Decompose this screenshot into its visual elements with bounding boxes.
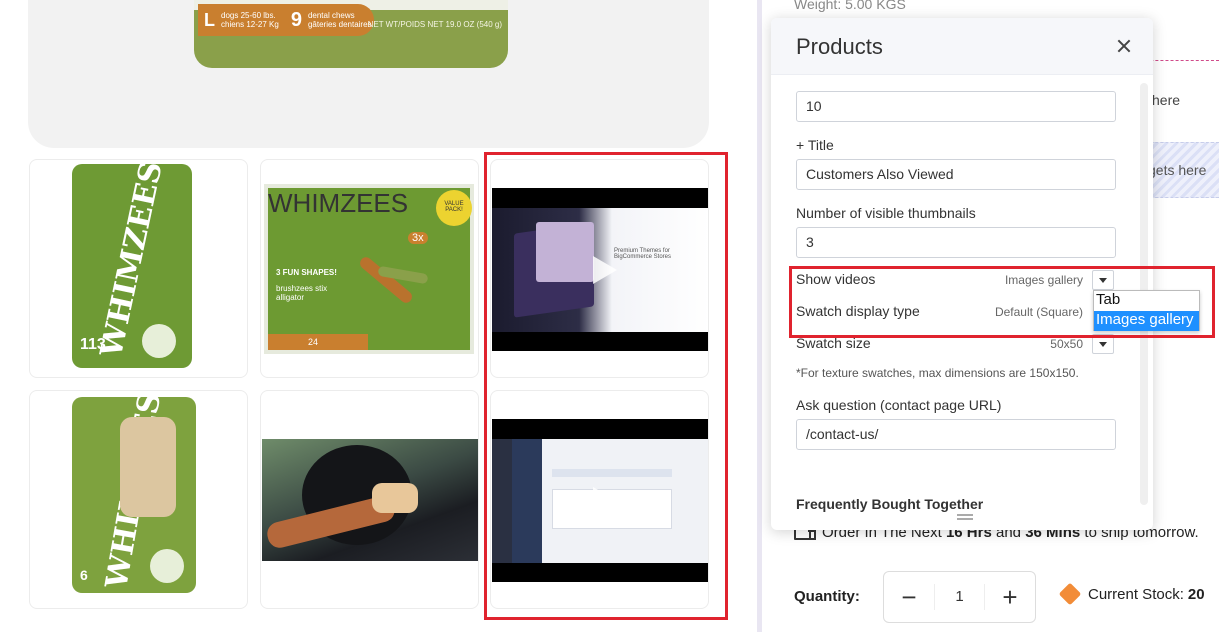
swatch-size-note: *For texture swatches, max dimensions ar… <box>796 366 1079 380</box>
visible-thumbnails-label: Number of visible thumbnails <box>796 205 976 221</box>
close-icon[interactable] <box>1114 36 1134 56</box>
weight-text: Weight: 5.00 KGS <box>794 0 906 12</box>
dog-photo <box>262 439 478 561</box>
swatch-size-select[interactable]: 50x50 <box>991 337 1083 351</box>
count-band: 24 <box>268 334 368 350</box>
count-text: 113 <box>80 336 106 353</box>
title-label[interactable]: + Title <box>796 137 834 153</box>
chew-count: 9 <box>290 8 302 31</box>
main-package-graphic: L dogs 25-60 lbs. chiens 12-27 Kg 9 denta… <box>194 0 508 68</box>
chew-shapes-graphic <box>348 250 438 310</box>
multiplier-badge: 3x <box>408 232 428 244</box>
quantity-label: Quantity: <box>794 588 860 605</box>
quantity-decrease-button[interactable]: − <box>884 572 934 622</box>
seal-icon <box>142 324 176 358</box>
chew-text: dental chews gâteries dentaires <box>307 11 372 29</box>
current-stock: Current Stock: 20 <box>1058 582 1205 606</box>
products-count-input[interactable]: 10 <box>796 91 1116 122</box>
count-text: 6 <box>80 567 88 583</box>
resize-grip-icon[interactable] <box>957 514 973 520</box>
highlight-box-videos <box>484 152 728 620</box>
thumbnail-5[interactable] <box>260 390 479 609</box>
quantity-input[interactable]: 1 <box>934 584 985 610</box>
ask-question-label: Ask question (contact page URL) <box>796 397 1002 413</box>
size-text: dogs 25-60 lbs. chiens 12-27 Kg <box>221 11 279 29</box>
panel-title: Products <box>796 34 883 59</box>
highlight-box-settings <box>789 266 1215 338</box>
drop-zone-text-2: gets here <box>1148 162 1207 178</box>
thumbnail-1[interactable]: WHIMZEES 113 <box>29 159 248 378</box>
value-pack-badge: VALUE PACK! <box>436 190 472 226</box>
column-divider <box>757 0 762 632</box>
size-letter: L <box>204 9 215 30</box>
seal-icon <box>150 549 184 583</box>
net-weight-text: NET WT/POIDS NET 19.0 OZ (540 g) <box>367 20 502 29</box>
visible-thumbnails-input[interactable]: 3 <box>796 227 1116 258</box>
quantity-stepper: − 1 + <box>883 571 1036 623</box>
box-icon <box>1058 582 1082 606</box>
shapes-names: brushzees stix alligator <box>276 284 328 302</box>
thumbnail-2[interactable]: WHIMZEES 3x VALUE PACK! 3 FUN SHAPES! br… <box>260 159 479 378</box>
fbt-section-heading: Frequently Bought Together <box>796 496 984 512</box>
drop-zone-text: here <box>1152 92 1181 108</box>
bone-graphic <box>120 417 176 517</box>
title-input[interactable]: Customers Also Viewed <box>796 159 1116 190</box>
ask-question-input[interactable]: /contact-us/ <box>796 419 1116 450</box>
thumbnail-4[interactable]: WHIMZEES 6 <box>29 390 248 609</box>
quantity-increase-button[interactable]: + <box>985 572 1035 622</box>
panel-header: Products <box>771 18 1153 75</box>
shapes-text: 3 FUN SHAPES! <box>276 268 337 277</box>
page: L dogs 25-60 lbs. chiens 12-27 Kg 9 denta… <box>0 0 1219 632</box>
